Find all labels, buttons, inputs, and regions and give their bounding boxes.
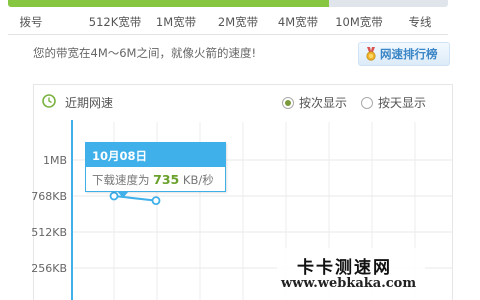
tooltip-unit: KB/秒 bbox=[182, 173, 214, 187]
watermark-url: www.webkaka.com bbox=[281, 276, 417, 291]
y-tick-label: 256KB bbox=[31, 262, 67, 275]
tooltip-value: 735 bbox=[153, 172, 180, 187]
tooltip-date: 10月08日 bbox=[86, 143, 225, 167]
tooltip-body: 下载速度为 735 KB/秒 bbox=[86, 167, 225, 193]
y-tick-label: 768KB bbox=[31, 190, 67, 203]
watermark: 卡卡测速网 www.webkaka.com bbox=[277, 248, 425, 300]
tooltip-label: 下载速度为 bbox=[92, 173, 150, 187]
y-tick-label: 1MB bbox=[43, 154, 67, 167]
watermark-title: 卡卡测速网 bbox=[297, 258, 392, 278]
y-axis-ticks: 1MB 768KB 512KB 256KB bbox=[31, 154, 67, 275]
y-tick-label: 512KB bbox=[31, 226, 67, 239]
tooltip-arrow bbox=[117, 191, 129, 198]
data-point bbox=[151, 196, 161, 206]
data-tooltip: 10月08日 下载速度为 735 KB/秒 bbox=[85, 142, 226, 192]
